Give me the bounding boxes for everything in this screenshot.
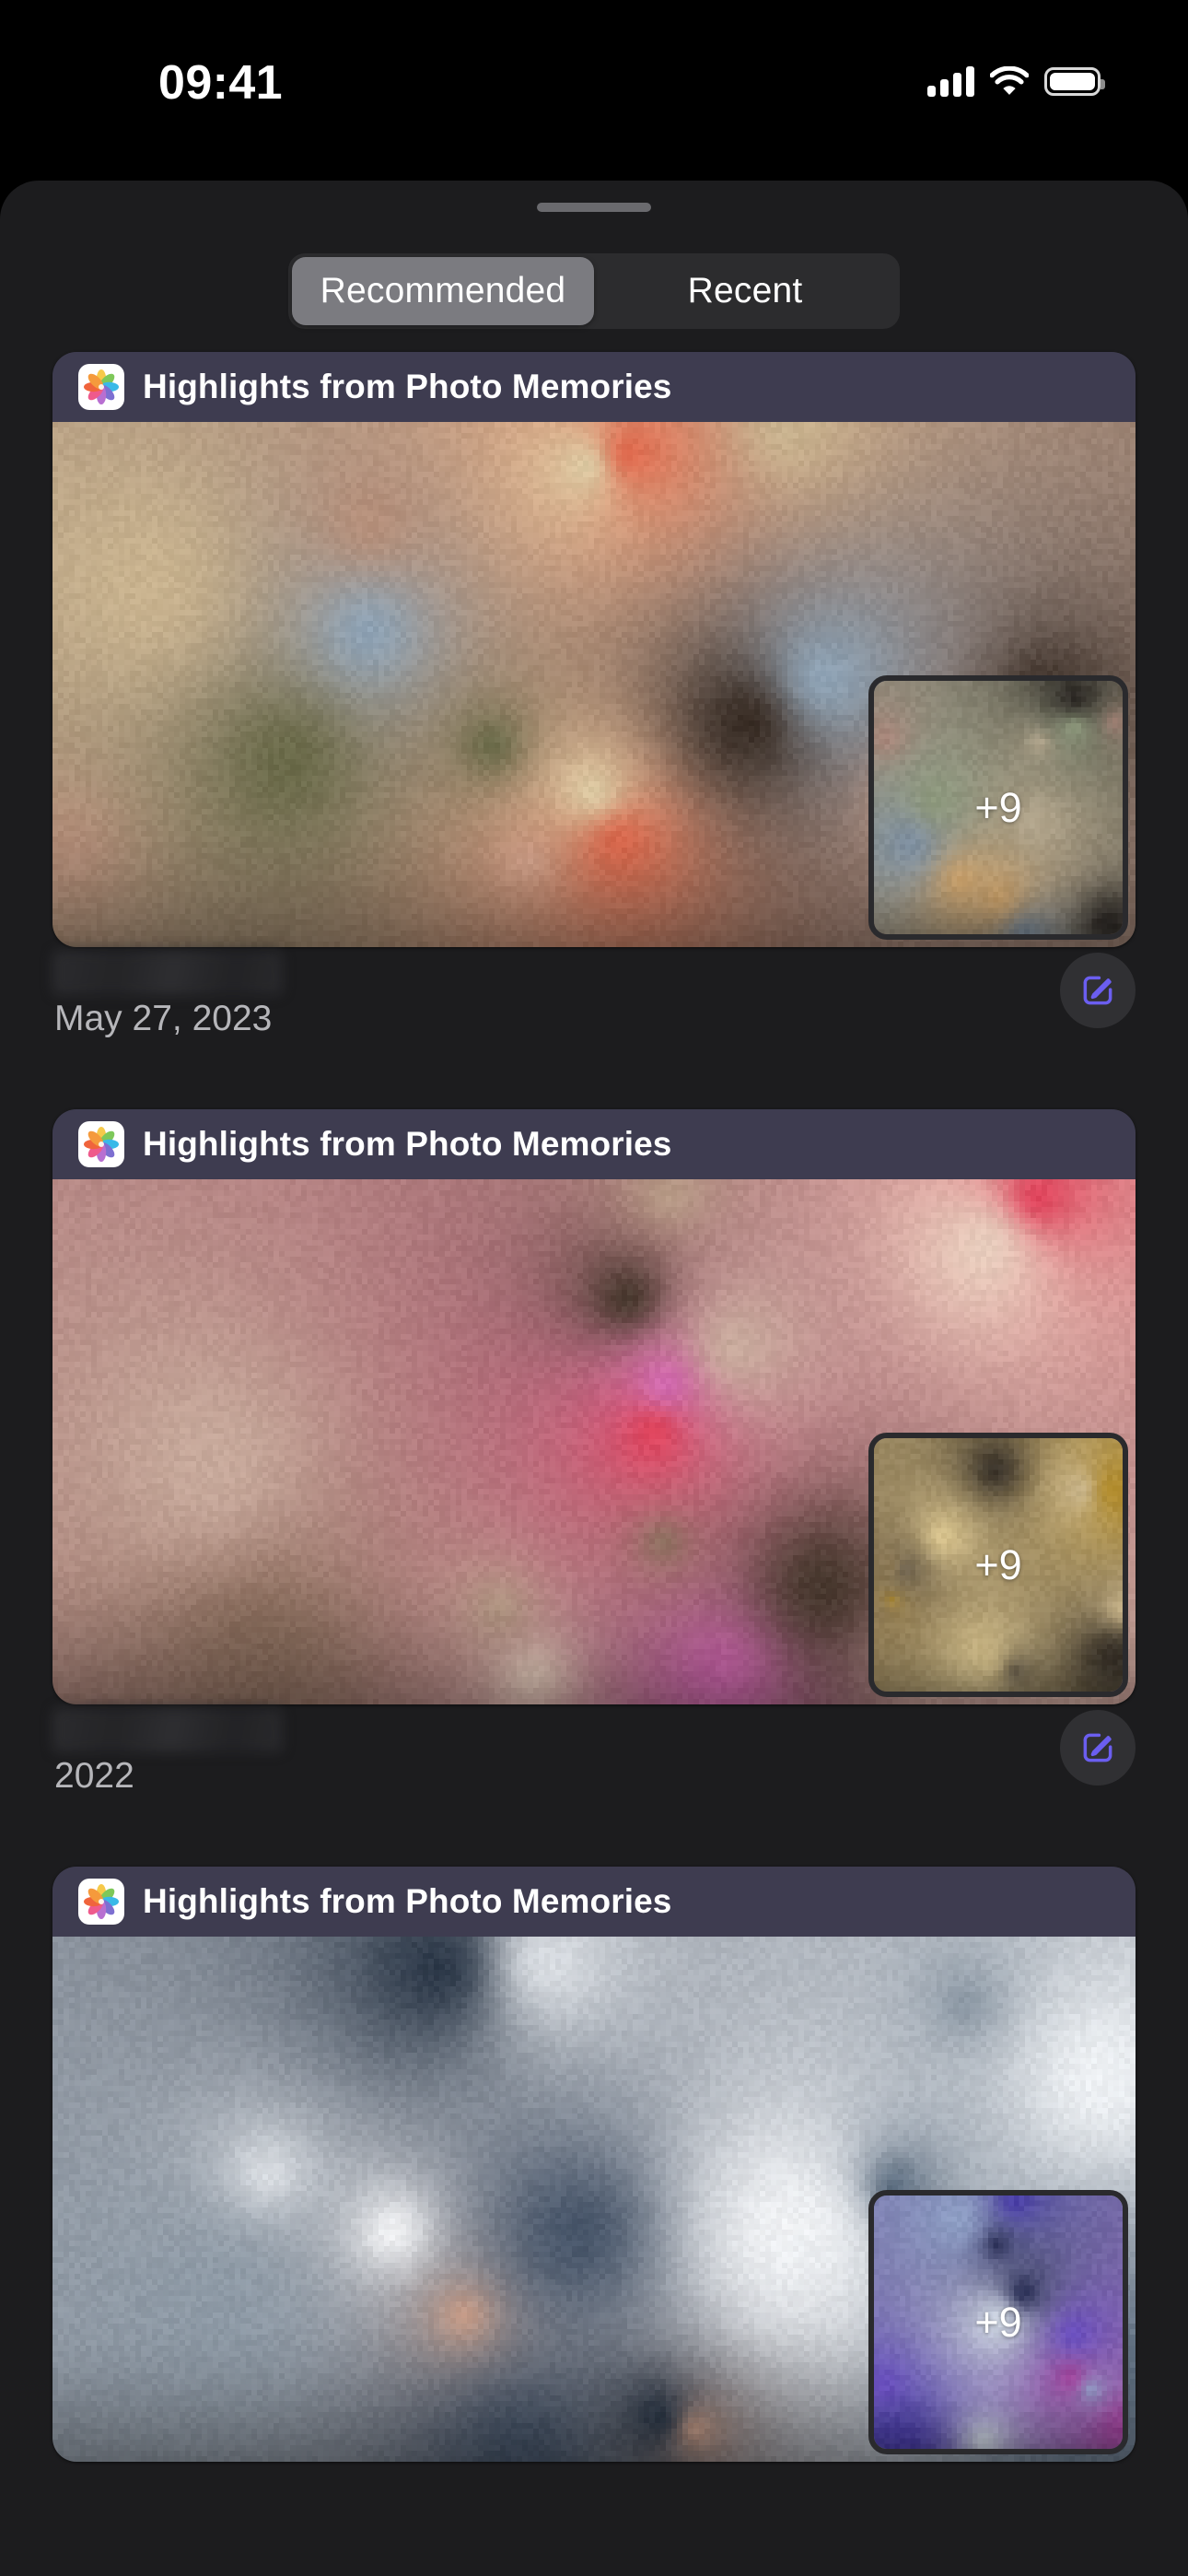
overflow-thumbnail[interactable]: +9 xyxy=(868,1433,1128,1697)
wifi-icon xyxy=(990,65,1029,97)
compose-edit-icon xyxy=(1083,976,1112,1005)
photo-memory-card[interactable]: Highlights from Photo Memories +9 xyxy=(52,352,1136,947)
photo-memory-card[interactable]: Highlights from Photo Memories +9 xyxy=(52,1867,1136,2462)
overflow-thumbnail[interactable]: +9 xyxy=(868,2190,1128,2454)
suggestions-feed: Highlights from Photo Memories +9 May 27… xyxy=(0,352,1188,2576)
card-header: Highlights from Photo Memories xyxy=(52,1867,1136,1937)
sheet-grabber-handle[interactable] xyxy=(537,203,651,212)
photo-grid[interactable]: +9 xyxy=(52,1937,1136,2462)
edit-button[interactable] xyxy=(1060,953,1136,1028)
suggestion-card-2: Highlights from Photo Memories +9 2022 xyxy=(0,1109,1188,1815)
tab-recommended[interactable]: Recommended xyxy=(292,257,594,325)
card-header: Highlights from Photo Memories xyxy=(52,1109,1136,1179)
overflow-count-badge: +9 xyxy=(974,2298,1022,2346)
photo-grid[interactable]: +9 xyxy=(52,422,1136,947)
overflow-thumbnail[interactable]: +9 xyxy=(868,675,1128,940)
photo-memory-card[interactable]: Highlights from Photo Memories +9 xyxy=(52,1109,1136,1704)
suggestion-card-1: Highlights from Photo Memories +9 May 27… xyxy=(0,352,1188,1058)
compose-edit-icon xyxy=(1083,1733,1112,1762)
photos-app-icon xyxy=(78,364,124,410)
redacted-label xyxy=(52,951,283,995)
card-footer: May 27, 2023 xyxy=(52,947,1136,1058)
battery-icon xyxy=(1044,66,1105,96)
card-date: May 27, 2023 xyxy=(54,999,273,1038)
status-bar-time: 09:41 xyxy=(158,56,283,110)
status-bar: 09:41 xyxy=(0,0,1188,175)
redacted-label xyxy=(52,1708,283,1752)
card-title: Highlights from Photo Memories xyxy=(143,1125,672,1163)
photo-grid[interactable]: +9 xyxy=(52,1179,1136,1704)
bottom-sheet: Recommended Recent Highlights from Photo… xyxy=(0,181,1188,2576)
overflow-count-badge: +9 xyxy=(974,783,1022,831)
suggestion-card-3: Highlights from Photo Memories +9 xyxy=(0,1867,1188,2462)
overflow-count-badge: +9 xyxy=(974,1540,1022,1588)
card-header: Highlights from Photo Memories xyxy=(52,352,1136,422)
segmented-control[interactable]: Recommended Recent xyxy=(288,253,900,329)
tab-recent[interactable]: Recent xyxy=(594,257,896,325)
edit-button[interactable] xyxy=(1060,1710,1136,1786)
card-title: Highlights from Photo Memories xyxy=(143,1882,672,1920)
iphone-screen: 09:41 Recommended Recent Highlights from… xyxy=(0,0,1188,2576)
card-date: 2022 xyxy=(54,1756,134,1796)
cellular-signal-icon xyxy=(927,65,974,97)
card-footer: 2022 xyxy=(52,1704,1136,1815)
card-title: Highlights from Photo Memories xyxy=(143,368,672,405)
photos-app-icon xyxy=(78,1879,124,1925)
photos-app-icon xyxy=(78,1121,124,1167)
status-bar-indicators xyxy=(927,63,1105,100)
